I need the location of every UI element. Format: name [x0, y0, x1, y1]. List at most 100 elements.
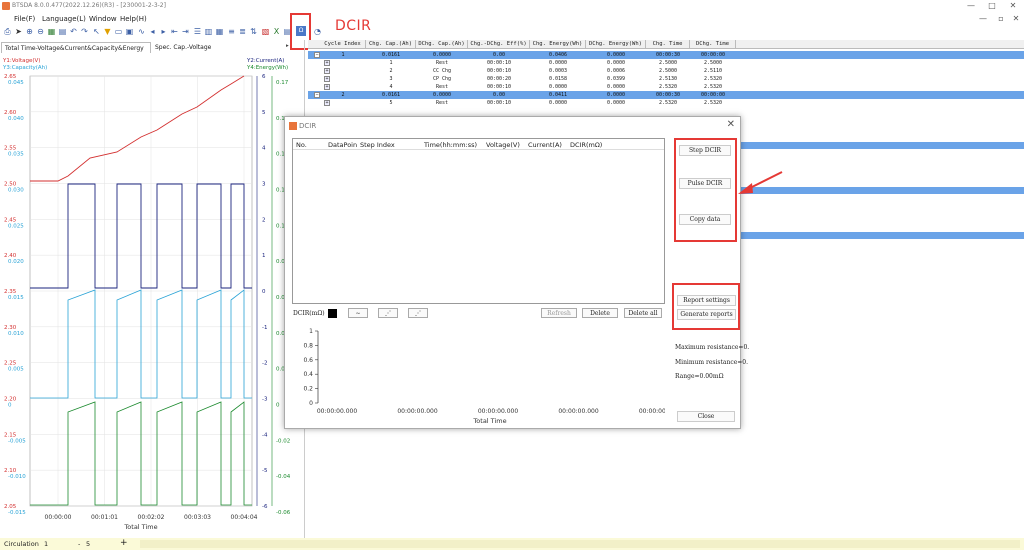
pulse-dcir-button[interactable]: Pulse DCIR [679, 178, 731, 189]
col-chg-cap[interactable]: Chg. Cap.(Ah) [366, 40, 416, 49]
step-row[interactable]: +3 CP Chg 00:00:20 0.0158 0.0399 2.5130 2.5320 [308, 75, 1024, 83]
color-swatch[interactable] [328, 309, 337, 318]
doc-close-button[interactable]: ✕ [1009, 14, 1023, 23]
dcir-toolbar-button[interactable]: Ω [296, 26, 306, 36]
minimize-button[interactable]: — [964, 1, 978, 10]
columns-icon[interactable]: ▦ [215, 27, 224, 36]
y3-tick: -0.015 [8, 510, 26, 516]
step-row[interactable]: +5 Rest 00:00:10 0.0000 0.0000 2.5320 2.5320 [308, 99, 1024, 107]
maximize-button[interactable]: □ [985, 1, 999, 10]
arrow-right-icon[interactable]: ▸ [159, 27, 168, 36]
report-settings-button[interactable]: Report settings [677, 295, 736, 306]
first-icon[interactable]: ⇤ [170, 27, 179, 36]
cursor-icon[interactable]: ↖ [92, 27, 101, 36]
grid-cell: 00:00:10 [486, 84, 512, 90]
layout-icon[interactable]: ▥ [204, 27, 213, 36]
grid-cell: 0.0000 [432, 92, 452, 98]
col-current[interactable]: Current(A) [528, 141, 562, 149]
zoom-in-icon[interactable]: ⊕ [25, 27, 34, 36]
add-icon[interactable]: + [120, 538, 128, 548]
col-chg-time[interactable]: Chg. Time [646, 40, 690, 49]
grid-cell: 0.0406 [548, 52, 568, 58]
cycle-row[interactable]: −2 0.0161 0.0000 0.00 0.0411 0.0000 00:00:30 00… [308, 91, 1024, 99]
menu-window[interactable]: Window [89, 15, 117, 23]
sort-icon[interactable]: ⇅ [249, 27, 258, 36]
scatter-style-button[interactable]: ⋰ [378, 308, 398, 318]
dcir-y-tick: 0.2 [303, 386, 313, 393]
col-dchg-time[interactable]: DChg. Time [690, 40, 736, 49]
expand-icon[interactable]: + [324, 60, 330, 66]
menu-help[interactable]: Help(H) [120, 15, 147, 23]
delete-all-button[interactable]: Delete all [624, 308, 662, 318]
menu-file[interactable]: File(F) [14, 15, 35, 23]
expand-icon[interactable]: + [324, 76, 330, 82]
grid-cell: 00:00:30 [655, 92, 681, 98]
expand-icon[interactable]: + [324, 100, 330, 106]
app-icon [2, 2, 10, 10]
grid-icon[interactable]: ▦ [47, 27, 56, 36]
grid-cell: 2.5110 [703, 68, 723, 74]
col-cycle-index[interactable]: Cycle Index [320, 40, 366, 49]
save-icon[interactable]: ▣ [125, 27, 134, 36]
line-scatter-style-button[interactable]: ⋰ [408, 308, 428, 318]
col-chg-energy[interactable]: Chg. Energy(Wh) [530, 40, 586, 49]
list-icon[interactable]: ☰ [193, 27, 202, 36]
print-icon[interactable]: ⎙ [3, 27, 12, 36]
col-no[interactable]: No. [296, 141, 307, 149]
generate-reports-button[interactable]: Generate reports [677, 309, 736, 320]
undo-icon[interactable]: ↶ [69, 27, 78, 36]
export-icon[interactable]: ▧ [261, 27, 270, 36]
refresh-button[interactable]: Refresh [541, 308, 577, 318]
cycle-row-bar[interactable] [738, 232, 1024, 239]
close-button[interactable]: ✕ [1006, 1, 1020, 10]
rows-icon[interactable]: ≣ [238, 27, 247, 36]
col-time[interactable]: Time(hh:mm:ss) [424, 141, 477, 149]
close-dialog-button[interactable]: Close [677, 411, 735, 422]
delete-button[interactable]: Delete [582, 308, 618, 318]
arrow-left-icon[interactable]: ◂ [148, 27, 157, 36]
help-icon[interactable]: ◔ [313, 27, 322, 36]
col-dcir[interactable]: DCIR(mΩ) [570, 141, 602, 149]
folder-icon[interactable]: ▭ [114, 27, 123, 36]
pointer-icon[interactable]: ➤ [14, 27, 23, 36]
doc-restore-button[interactable]: ▫ [994, 14, 1008, 23]
zoom-out-icon[interactable]: ⊖ [36, 27, 45, 36]
align-icon[interactable]: ≡ [227, 27, 236, 36]
step-row[interactable]: +2 CC Chg 00:00:10 0.0003 0.0006 2.5000 2.5110 [308, 67, 1024, 75]
expand-icon[interactable]: + [324, 84, 330, 90]
redo-icon[interactable]: ↷ [80, 27, 89, 36]
table-icon[interactable]: ▤ [58, 27, 67, 36]
y2-tick: -3 [262, 397, 268, 403]
grid-cell: Rest [435, 100, 449, 106]
menu-language[interactable]: Language(L) [42, 15, 86, 23]
cycle-row[interactable]: −1 0.0161 0.0000 0.00 0.0406 0.0000 00:00:30 00… [308, 51, 1024, 59]
step-dcir-button[interactable]: Step DCIR [679, 145, 731, 156]
col-step-index[interactable]: Step Index [360, 141, 395, 149]
window-title: BTSDA 8.0.0.477(2022.12.26)(R3) - [23000… [12, 2, 166, 9]
col-voltage[interactable]: Voltage(V) [486, 141, 520, 149]
col-eff[interactable]: Chg.-DChg. Eff(%) [468, 40, 530, 49]
col-dchg-cap[interactable]: DChg. Cap.(Ah) [416, 40, 468, 49]
last-icon[interactable]: ⇥ [181, 27, 190, 36]
cycle-row-bar[interactable] [738, 187, 1024, 194]
doc-minimize-button[interactable]: — [976, 14, 990, 23]
dcir-table[interactable]: No. DataPoin Step Index Time(hh:mm:ss) V… [292, 138, 665, 304]
grid-cell: 0.0399 [606, 76, 626, 82]
dialog-close-icon[interactable]: ✕ [727, 119, 735, 130]
expand-icon[interactable]: + [324, 68, 330, 74]
circulation-to[interactable]: 5 [86, 540, 90, 548]
grid-cell: 2.5320 [658, 100, 678, 106]
dcir-dialog: DCIR ✕ No. DataPoin Step Index Time(hh:m… [284, 116, 749, 429]
line-style-button[interactable]: ∼ [348, 308, 368, 318]
wave-icon[interactable]: ∿ [137, 27, 146, 36]
col-dchg-energy[interactable]: DChg. Energy(Wh) [586, 40, 646, 49]
cycle-row-bar[interactable] [738, 142, 1024, 149]
excel-icon[interactable]: X [272, 27, 281, 36]
filter-icon[interactable]: ▼ [103, 27, 112, 36]
copy-data-button[interactable]: Copy data [679, 214, 731, 225]
horizontal-scrollbar[interactable] [140, 540, 1020, 548]
col-datapoint[interactable]: DataPoin [328, 141, 357, 149]
circulation-from[interactable]: 1 [44, 540, 48, 548]
step-row[interactable]: +1 Rest 00:00:10 0.0000 0.0000 2.5000 2.5000 [308, 59, 1024, 67]
step-row[interactable]: +4 Rest 00:00:10 0.0000 0.0000 2.5320 2.5320 [308, 83, 1024, 91]
